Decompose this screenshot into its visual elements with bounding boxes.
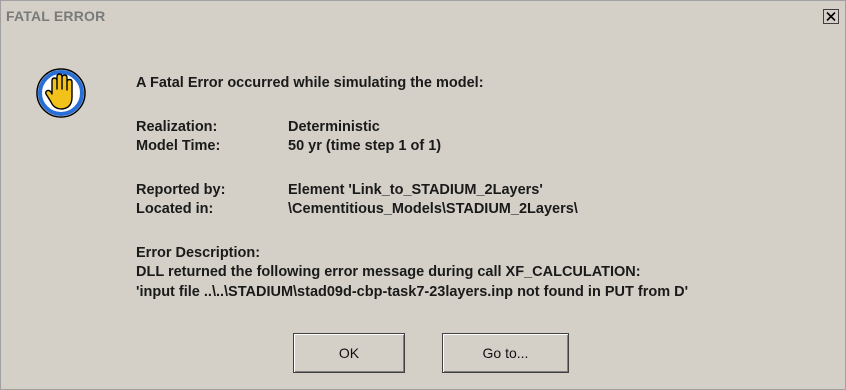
- error-description-label: Error Description:: [136, 245, 261, 261]
- model-time-value: 50 yr (time step 1 of 1): [288, 138, 442, 154]
- stop-hand-icon: [35, 67, 87, 119]
- close-button[interactable]: [823, 9, 839, 24]
- dialog-title: FATAL ERROR: [6, 8, 106, 24]
- close-icon: [826, 12, 836, 21]
- reported-by-value: Element 'Link_to_STADIUM_2Layers': [288, 182, 543, 198]
- goto-button[interactable]: Go to...: [442, 333, 569, 373]
- fatal-error-dialog: FATAL ERROR A Fatal Error occurred while…: [0, 0, 846, 390]
- located-in-value: \Cementitious_Models\STADIUM_2Layers\: [288, 201, 578, 217]
- located-in-label: Located in:: [136, 201, 214, 217]
- realization-value: Deterministic: [288, 119, 380, 135]
- ok-button[interactable]: OK: [293, 333, 405, 373]
- error-message-line-2: 'input file ..\..\STADIUM\stad09d-cbp-ta…: [136, 284, 689, 300]
- title-bar[interactable]: FATAL ERROR: [1, 1, 845, 31]
- model-time-label: Model Time:: [136, 138, 221, 154]
- error-headline: A Fatal Error occurred while simulating …: [136, 75, 484, 91]
- realization-label: Realization:: [136, 119, 218, 135]
- reported-by-label: Reported by:: [136, 182, 226, 198]
- error-message-line-1: DLL returned the following error message…: [136, 264, 641, 280]
